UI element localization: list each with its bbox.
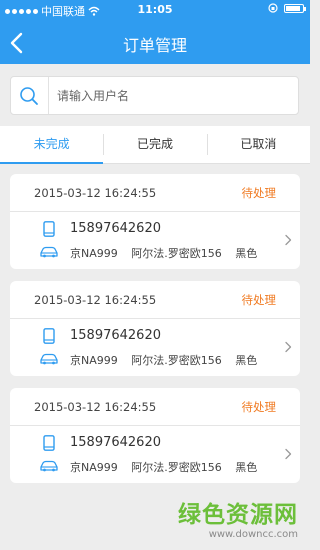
status-right [268, 3, 306, 13]
watermark: 绿色资源网 www.downcc.com [158, 495, 298, 540]
status-bar: 中国联通 11:05 [0, 0, 310, 20]
order-phone: 15897642620 [70, 328, 161, 343]
header: 中国联通 11:05 订单管理 [0, 0, 310, 64]
car-info: 京NA999 阿尔法.罗密欧156 黑色 [70, 459, 267, 475]
order-status: 待处理 [241, 293, 277, 307]
order-datetime: 2015-03-12 16:24:55 [34, 293, 157, 307]
order-status: 待处理 [241, 186, 277, 200]
phone-icon [43, 328, 55, 344]
order-card[interactable]: 2015-03-12 16:24:55 待处理 15897642620 京NA9… [10, 281, 300, 376]
order-header: 2015-03-12 16:24:55 待处理 [10, 281, 300, 319]
order-datetime: 2015-03-12 16:24:55 [34, 186, 157, 200]
battery-icon [284, 3, 306, 13]
rotation-lock-icon [268, 3, 278, 13]
watermark-url: www.downcc.com [208, 529, 298, 540]
car-color: 黑色 [235, 354, 258, 367]
car-info: 京NA999 阿尔法.罗密欧156 黑色 [70, 352, 267, 368]
order-header: 2015-03-12 16:24:55 待处理 [10, 174, 300, 212]
chevron-right-icon [285, 341, 292, 353]
search-icon [20, 87, 38, 105]
order-phone: 15897642620 [70, 435, 161, 450]
chevron-right-icon [285, 234, 292, 246]
order-datetime: 2015-03-12 16:24:55 [34, 400, 157, 414]
car-color: 黑色 [235, 461, 258, 474]
phone-icon [43, 435, 55, 451]
car-model: 阿尔法.罗密欧156 [131, 354, 222, 367]
order-list: 2015-03-12 16:24:55 待处理 15897642620 京NA9… [10, 174, 300, 495]
search-input[interactable] [57, 77, 287, 114]
tab-bar: 未完成 已完成 已取消 [0, 126, 310, 164]
car-icon [40, 246, 58, 258]
search-divider [48, 77, 49, 114]
order-phone: 15897642620 [70, 221, 161, 236]
car-model: 阿尔法.罗密欧156 [131, 461, 222, 474]
order-body: 15897642620 京NA999 阿尔法.罗密欧156 黑色 [10, 426, 300, 483]
car-model: 阿尔法.罗密欧156 [131, 247, 222, 260]
tab-0[interactable]: 未完成 [0, 126, 104, 164]
car-plate: 京NA999 [70, 354, 118, 367]
order-card[interactable]: 2015-03-12 16:24:55 待处理 15897642620 京NA9… [10, 388, 300, 483]
page-title: 订单管理 [122, 36, 187, 55]
car-plate: 京NA999 [70, 247, 118, 260]
car-icon [40, 460, 58, 472]
car-icon [40, 353, 58, 365]
car-plate: 京NA999 [70, 461, 118, 474]
search-box[interactable] [10, 76, 299, 115]
order-body: 15897642620 京NA999 阿尔法.罗密欧156 黑色 [10, 212, 300, 269]
order-card[interactable]: 2015-03-12 16:24:55 待处理 15897642620 京NA9… [10, 174, 300, 269]
chevron-right-icon [285, 448, 292, 460]
car-info: 京NA999 阿尔法.罗密欧156 黑色 [70, 245, 267, 261]
order-header: 2015-03-12 16:24:55 待处理 [10, 388, 300, 426]
tab-2[interactable]: 已取消 [206, 126, 310, 163]
battery-level [286, 5, 300, 11]
order-status: 待处理 [241, 400, 277, 414]
watermark-name: 绿色资源网 [178, 502, 298, 528]
phone-icon [43, 221, 55, 237]
tab-1[interactable]: 已完成 [103, 126, 206, 163]
clock: 11:05 [137, 3, 173, 16]
nav-bar: 订单管理 [0, 22, 310, 64]
order-body: 15897642620 京NA999 阿尔法.罗密欧156 黑色 [10, 319, 300, 376]
car-color: 黑色 [235, 247, 258, 260]
